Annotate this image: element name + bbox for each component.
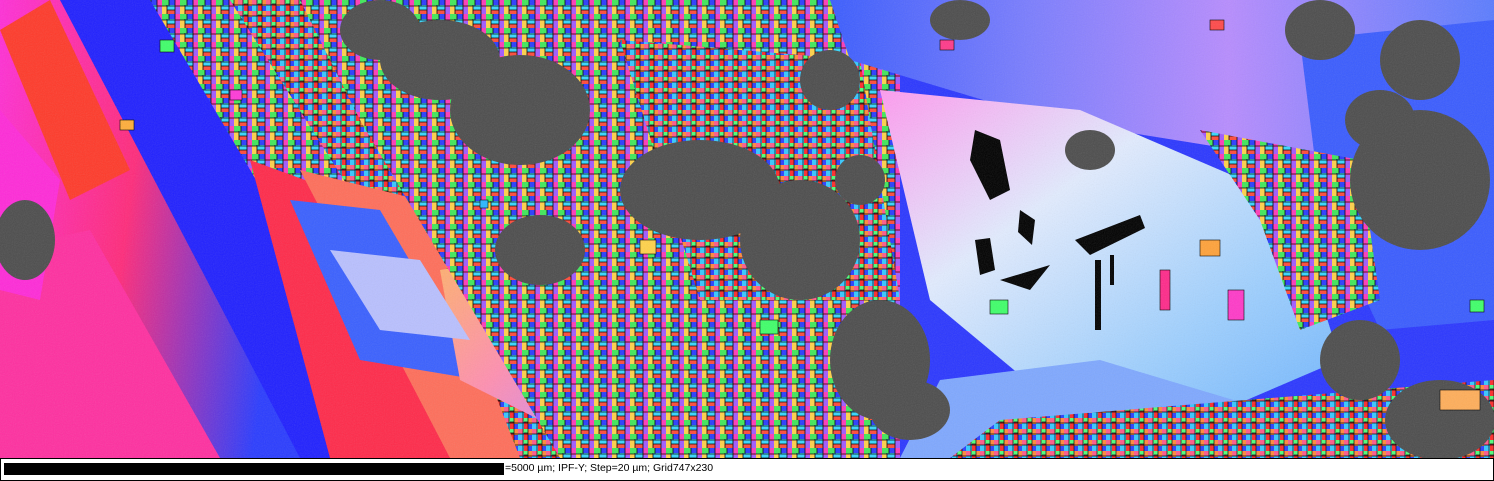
scale-bar: [4, 463, 504, 475]
scale-bar-label: =5000 µm; IPF-Y; Step=20 µm; Grid747x230: [505, 462, 714, 474]
ipf-orientation-map: [0, 0, 1494, 458]
ebsd-map-figure: =5000 µm; IPF-Y; Step=20 µm; Grid747x230: [0, 0, 1494, 481]
scale-bar-strip: =5000 µm; IPF-Y; Step=20 µm; Grid747x230: [0, 458, 1494, 481]
